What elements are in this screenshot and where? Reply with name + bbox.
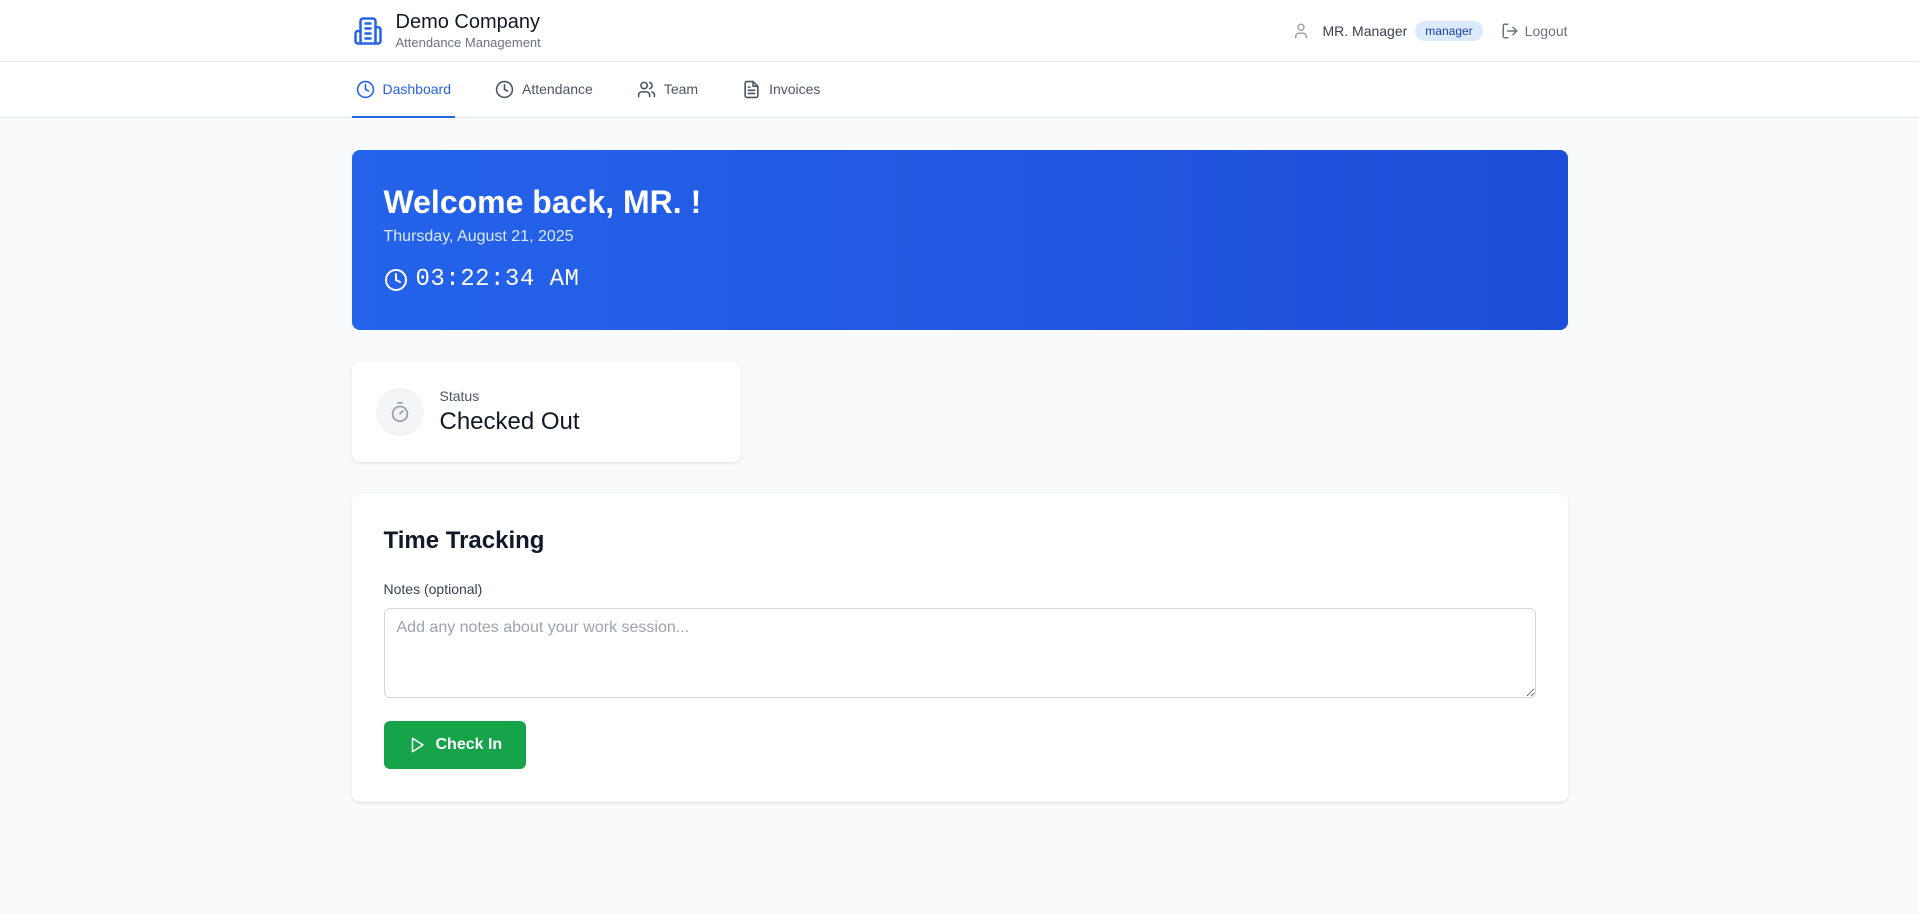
- current-time: 03:22:34 AM: [415, 266, 580, 293]
- clock-row: 03:22:34 AM: [384, 266, 1536, 293]
- notes-label: Notes (optional): [383, 581, 483, 597]
- users-icon: [637, 80, 656, 99]
- user-name: MR. Manager: [1322, 23, 1408, 39]
- check-in-label: Check In: [435, 736, 503, 753]
- tab-label: Dashboard: [382, 81, 452, 97]
- logout-label: Logout: [1524, 23, 1568, 39]
- tab-label: Invoices: [769, 81, 821, 97]
- building-icon: [352, 15, 384, 47]
- brand-text: Demo Company Attendance Management: [396, 10, 541, 52]
- brand: Demo Company Attendance Management: [352, 10, 541, 52]
- welcome-title: Welcome back, MR. !: [383, 184, 702, 220]
- clock-icon: [495, 80, 514, 99]
- user-icon: [1292, 22, 1310, 40]
- tab-label: Attendance: [522, 81, 593, 97]
- role-badge: manager: [1415, 21, 1483, 41]
- check-in-button[interactable]: Check In: [383, 721, 527, 769]
- tab-team[interactable]: Team: [633, 62, 702, 118]
- welcome-banner: Welcome back, MR. ! Thursday, August 21,…: [351, 150, 1568, 330]
- main-nav-inner: Dashboard Attendance Team Invoices: [351, 62, 1568, 118]
- time-tracking-card: Time Tracking Notes (optional) Check In: [351, 494, 1568, 802]
- clock-icon: [384, 268, 408, 292]
- main-content: Welcome back, MR. ! Thursday, August 21,…: [351, 118, 1568, 802]
- company-subtitle: Attendance Management: [395, 35, 541, 50]
- logout-icon: [1501, 22, 1519, 40]
- tab-attendance[interactable]: Attendance: [491, 62, 597, 118]
- top-header-inner: Demo Company Attendance Management MR. M…: [352, 0, 1568, 62]
- current-date: Thursday, August 21, 2025: [383, 228, 574, 245]
- notes-textarea[interactable]: [383, 608, 1536, 698]
- user-area: MR. Manager manager Logout: [1292, 21, 1568, 41]
- status-text: Status Checked Out: [440, 387, 580, 437]
- status-card: Status Checked Out: [351, 362, 741, 462]
- main-nav: Dashboard Attendance Team Invoices: [0, 62, 1919, 118]
- logout-button[interactable]: Logout: [1501, 22, 1568, 40]
- file-text-icon: [742, 80, 761, 99]
- top-header: Demo Company Attendance Management MR. M…: [0, 0, 1919, 62]
- clock-icon: [356, 80, 375, 99]
- status-label: Status: [439, 388, 480, 404]
- tab-label: Team: [663, 81, 699, 97]
- time-tracking-title: Time Tracking: [383, 527, 545, 554]
- company-name: Demo Company: [395, 11, 541, 33]
- tab-dashboard[interactable]: Dashboard: [351, 62, 455, 118]
- play-icon: [408, 736, 426, 754]
- status-value: Checked Out: [439, 408, 580, 435]
- timer-icon: [375, 388, 424, 436]
- tab-invoices[interactable]: Invoices: [738, 62, 824, 118]
